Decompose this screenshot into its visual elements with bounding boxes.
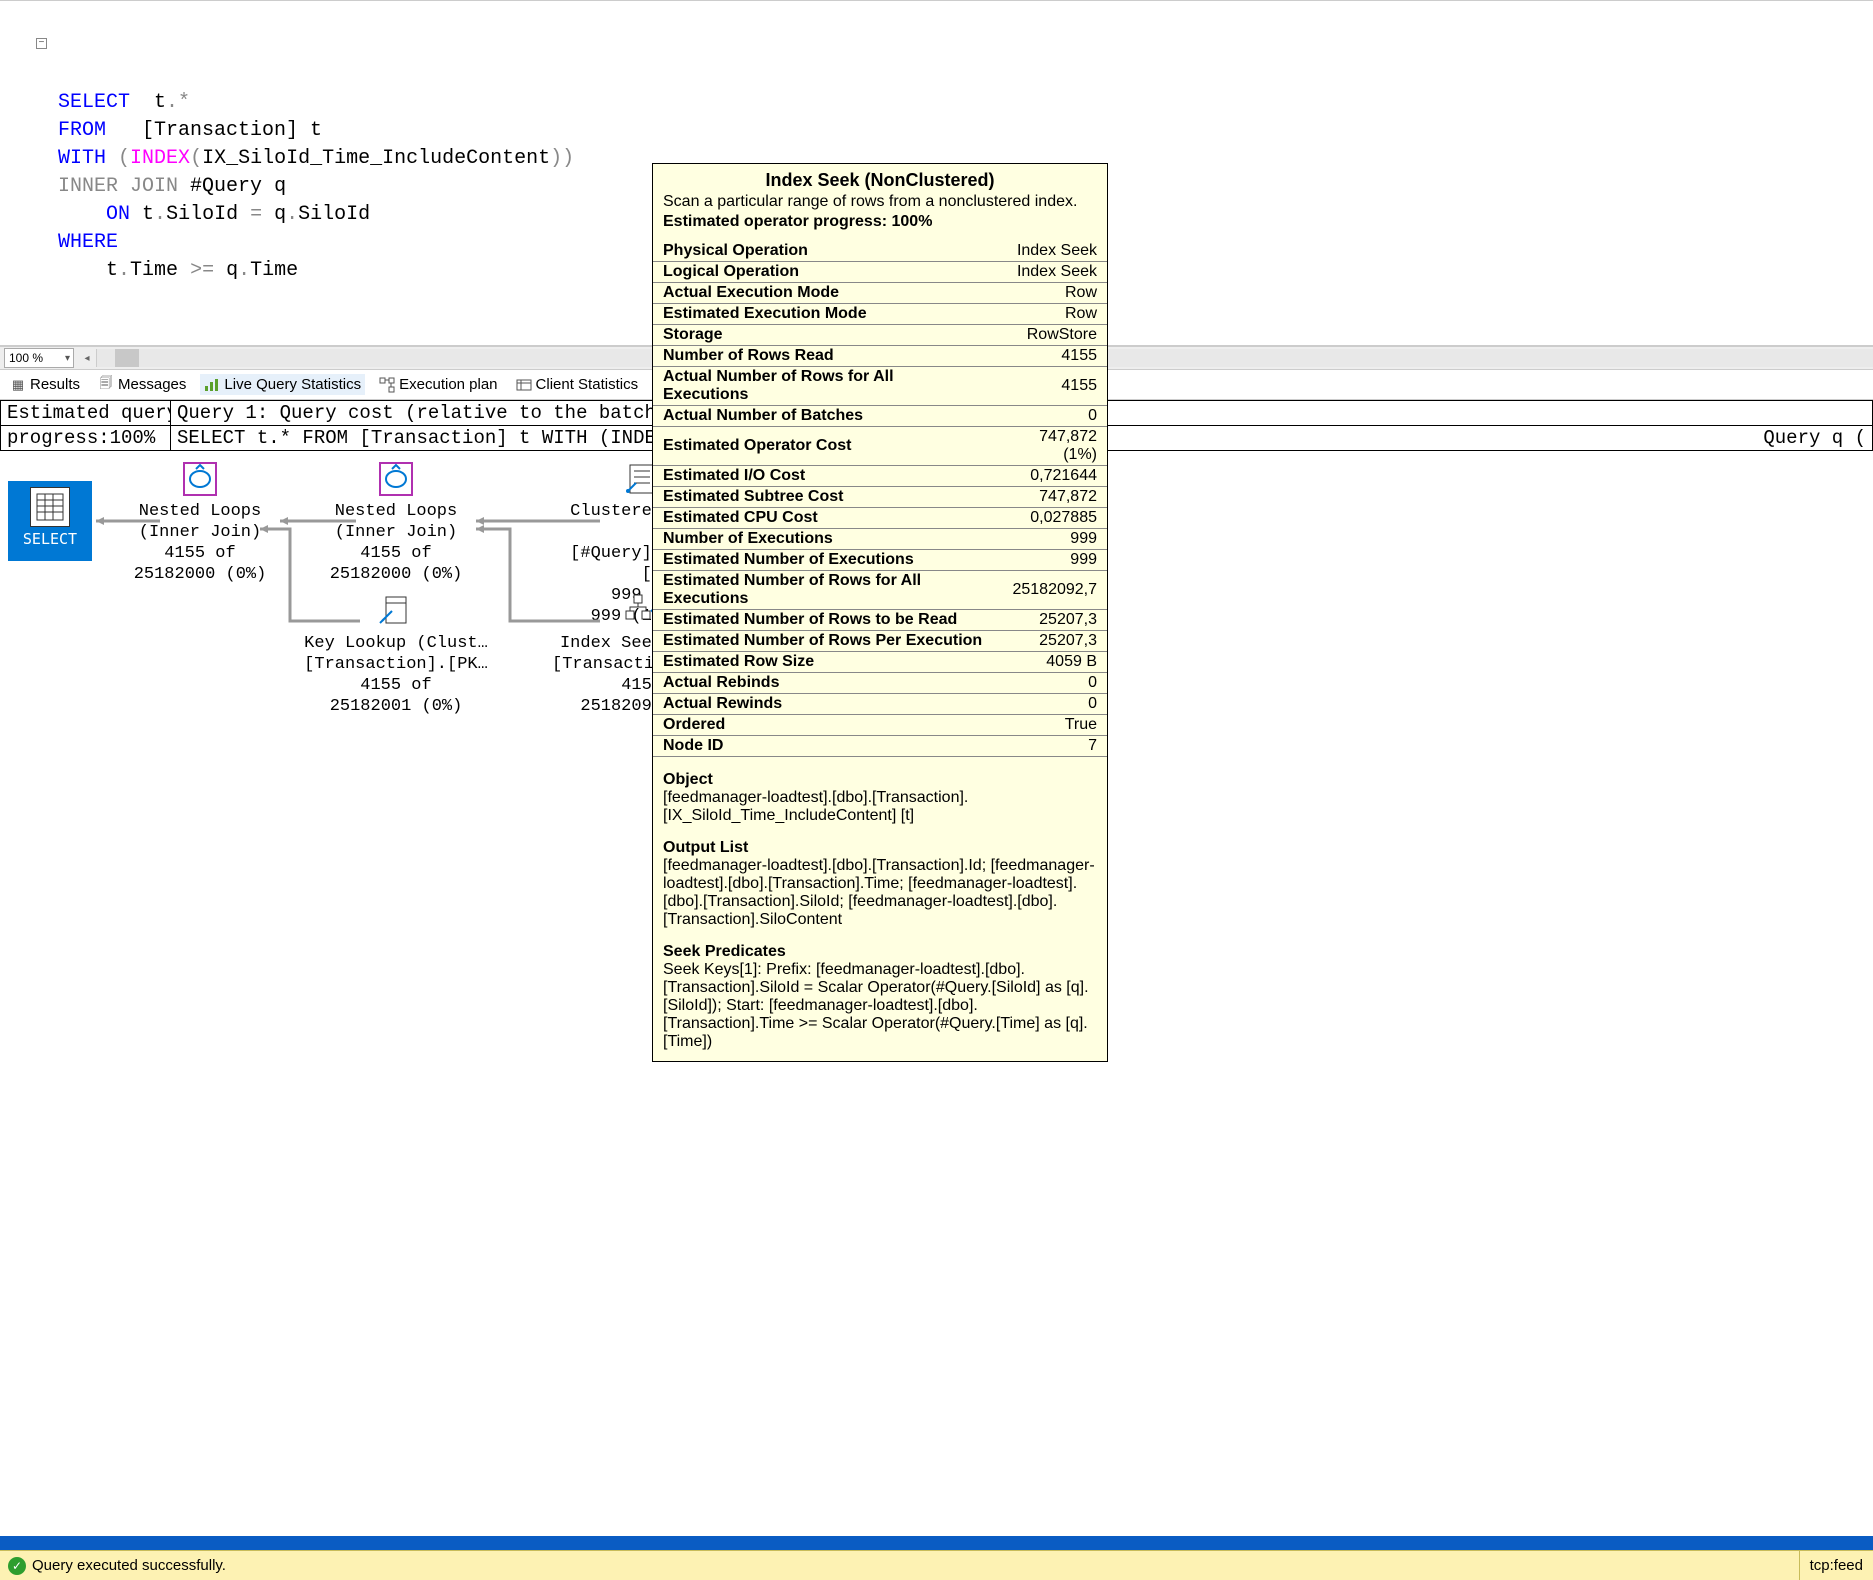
tooltip-property-row: Estimated Number of Rows Per Execution25… [653, 631, 1107, 652]
zoom-select[interactable]: 100 % [4, 348, 74, 368]
op-kl-l1: Key Lookup (Clust… [296, 633, 496, 654]
tooltip-property-row: OrderedTrue [653, 715, 1107, 736]
op-kl-l2: [Transaction].[PK… [296, 654, 496, 675]
zoom-value: 100 % [9, 351, 43, 365]
op-nl2-l2: (Inner Join) [316, 522, 476, 543]
tooltip-property-row: Estimated Number of Rows for All Executi… [653, 571, 1107, 610]
op-nl2-l3: 4155 of [316, 543, 476, 564]
tooltip-section: Seek PredicatesSeek Keys[1]: Prefix: [fe… [653, 929, 1107, 1051]
op-kl-l3: 4155 of [296, 675, 496, 696]
tooltip-section: Output List[feedmanager-loadtest].[dbo].… [653, 825, 1107, 929]
grid-icon: ▦ [10, 377, 26, 393]
tooltip-property-row: Actual Rebinds0 [653, 673, 1107, 694]
tooltip-property-row: Node ID7 [653, 736, 1107, 757]
plan-progress-label: Estimated query [1, 401, 171, 425]
tab-results-label: Results [30, 376, 80, 393]
status-bar: ✓ Query executed successfully. tcp:feed [0, 1550, 1873, 1580]
nested-loops-icon [180, 459, 220, 499]
tab-plan-label: Execution plan [399, 376, 497, 393]
status-connection: tcp:feed [1799, 1551, 1873, 1580]
tooltip-property-row: Estimated I/O Cost0,721644 [653, 466, 1107, 487]
op-nested-loops-2[interactable]: Nested Loops (Inner Join) 4155 of 251820… [316, 459, 476, 585]
op-is-l2: [Transactio [552, 654, 662, 675]
fold-toggle-icon[interactable]: − [36, 38, 47, 49]
op-key-lookup[interactable]: Key Lookup (Clust… [Transaction].[PK… 41… [296, 591, 496, 717]
op-nl1-l2: (Inner Join) [120, 522, 280, 543]
plan-progress-value: progress:100% [1, 426, 171, 450]
tooltip-property-row: Actual Number of Batches0 [653, 406, 1107, 427]
tooltip-property-row: Actual Rewinds0 [653, 694, 1107, 715]
tooltip-property-row: Estimated CPU Cost0,027885 [653, 508, 1107, 529]
tab-client-label: Client Statistics [536, 376, 639, 393]
tooltip-property-row: Estimated Row Size4059 B [653, 652, 1107, 673]
op-cis-l2: [#Query].[P [552, 543, 662, 585]
table-icon [30, 487, 70, 527]
tooltip-property-row: Actual Number of Rows for All Executions… [653, 367, 1107, 406]
op-select-label: SELECT [23, 529, 77, 550]
tab-live-label: Live Query Statistics [224, 376, 361, 393]
tooltip-property-row: Estimated Number of Executions999 [653, 550, 1107, 571]
op-nl1-l1: Nested Loops [120, 501, 280, 522]
tooltip-property-row: Estimated Number of Rows to be Read25207… [653, 610, 1107, 631]
tooltip-property-row: Estimated Subtree Cost747,872 [653, 487, 1107, 508]
tooltip-property-row: Physical OperationIndex Seek [653, 241, 1107, 262]
status-message: Query executed successfully. [32, 1557, 226, 1574]
plan-query-text-right: Query q ( [1303, 427, 1866, 449]
tab-client-stats[interactable]: Client Statistics [512, 374, 643, 395]
tab-messages[interactable]: 🗐 Messages [94, 374, 190, 395]
op-is-l4: 25182093 [552, 696, 662, 717]
op-nl2-l4: 25182000 (0%) [316, 564, 476, 585]
op-select[interactable]: SELECT [8, 481, 96, 561]
tooltip-section: Object[feedmanager-loadtest].[dbo].[Tran… [653, 757, 1107, 825]
tooltip-property-row: Estimated Operator Cost747,872 (1%) [653, 427, 1107, 466]
messages-icon: 🗐 [98, 377, 114, 393]
hscroll-thumb[interactable] [115, 349, 139, 367]
live-stats-icon [204, 377, 220, 393]
op-nl2-l1: Nested Loops [316, 501, 476, 522]
tab-messages-label: Messages [118, 376, 186, 393]
plan-query-text: SELECT t.* FROM [Transaction] t WITH (IN… [177, 427, 690, 449]
client-stats-icon [516, 377, 532, 393]
op-nl1-l3: 4155 of [120, 543, 280, 564]
tab-execution-plan[interactable]: Execution plan [375, 374, 501, 395]
op-cis-l1: Clustered I [552, 501, 662, 543]
op-is-l3: 4155 [552, 675, 662, 696]
tooltip-property-row: Actual Execution ModeRow [653, 283, 1107, 304]
nested-loops-icon [376, 459, 416, 499]
op-nl1-l4: 25182000 (0%) [120, 564, 280, 585]
tooltip-title: Index Seek (NonClustered) [653, 164, 1107, 193]
op-kl-l4: 25182001 (0%) [296, 696, 496, 717]
tooltip-property-row: Number of Executions999 [653, 529, 1107, 550]
tooltip-property-row: StorageRowStore [653, 325, 1107, 346]
tab-results[interactable]: ▦ Results [6, 374, 84, 395]
tooltip-property-row: Estimated Execution ModeRow [653, 304, 1107, 325]
tooltip-property-row: Number of Rows Read4155 [653, 346, 1107, 367]
op-is-l1: Index Seek [552, 633, 662, 654]
op-nested-loops-1[interactable]: Nested Loops (Inner Join) 4155 of 251820… [120, 459, 280, 585]
key-lookup-icon [376, 591, 416, 631]
hscroll-left-arrow[interactable]: ◂ [78, 353, 96, 364]
tooltip-desc: Scan a particular range of rows from a n… [653, 193, 1107, 213]
operator-tooltip: Index Seek (NonClustered) Scan a particu… [652, 163, 1108, 1062]
tooltip-progress: Estimated operator progress: 100% [653, 213, 1107, 241]
op-index-seek[interactable]: Index Seek [Transactio 4155 25182093 [552, 591, 662, 717]
plan-icon [379, 377, 395, 393]
tab-live-query-stats[interactable]: Live Query Statistics [200, 374, 365, 395]
window-bottom-strip [0, 1536, 1873, 1550]
tooltip-property-row: Logical OperationIndex Seek [653, 262, 1107, 283]
success-icon: ✓ [8, 1557, 26, 1575]
tooltip-properties-table: Physical OperationIndex SeekLogical Oper… [653, 241, 1107, 757]
